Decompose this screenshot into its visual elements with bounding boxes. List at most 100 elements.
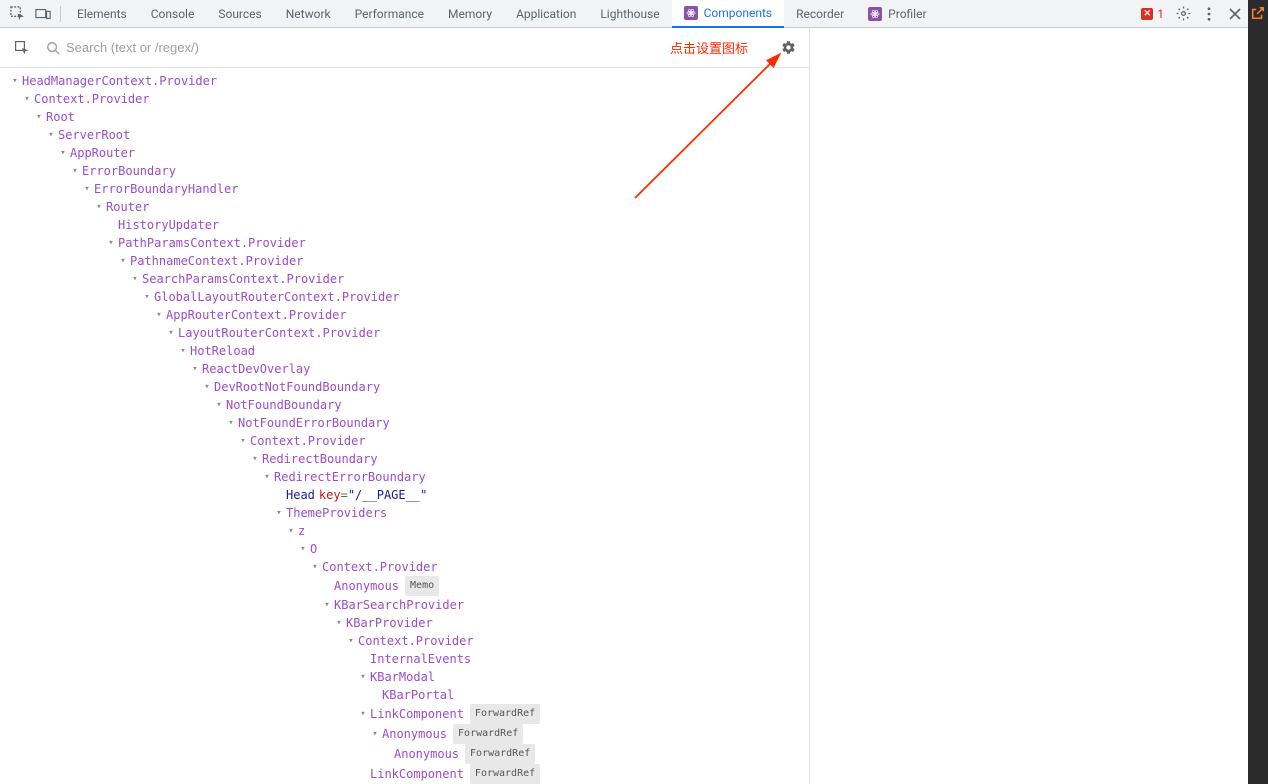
expand-arrow-icon[interactable]: ▾ xyxy=(322,596,332,614)
tree-node[interactable]: LinkComponentForwardRef xyxy=(0,764,809,784)
tree-node[interactable]: ▾z xyxy=(0,522,809,540)
expand-arrow-icon[interactable]: ▾ xyxy=(118,252,128,270)
tree-node[interactable]: ▾AppRouter xyxy=(0,144,809,162)
component-name: KBarSearchProvider xyxy=(334,596,464,614)
tree-node[interactable]: ▾Context.Provider xyxy=(0,632,809,650)
tree-node[interactable]: ▾KBarProvider xyxy=(0,614,809,632)
expand-arrow-icon[interactable]: ▾ xyxy=(274,504,284,522)
tab-lighthouse[interactable]: Lighthouse xyxy=(588,0,671,28)
expand-arrow-icon[interactable]: ▾ xyxy=(262,468,272,486)
tree-node[interactable]: ▾HotReload xyxy=(0,342,809,360)
tree-node[interactable]: ▾RedirectErrorBoundary xyxy=(0,468,809,486)
expand-arrow-icon[interactable]: ▾ xyxy=(58,144,68,162)
device-toolbar-icon[interactable] xyxy=(30,1,56,27)
expand-arrow-icon[interactable]: ▾ xyxy=(346,632,356,650)
tree-node[interactable]: ▾SearchParamsContext.Provider xyxy=(0,270,809,288)
settings-gear-icon[interactable] xyxy=(774,34,802,62)
tab-performance[interactable]: Performance xyxy=(343,0,436,28)
expand-arrow-icon[interactable]: ▾ xyxy=(370,725,380,743)
tree-node[interactable]: AnonymousForwardRef xyxy=(0,744,809,764)
tab-recorder[interactable]: Recorder xyxy=(784,0,856,28)
tab-components[interactable]: Components xyxy=(672,0,785,28)
tree-node[interactable]: ▾Router xyxy=(0,198,809,216)
search-input[interactable] xyxy=(66,40,770,55)
expand-arrow-icon[interactable]: ▾ xyxy=(358,668,368,686)
tab-console[interactable]: Console xyxy=(139,0,207,28)
expand-arrow-icon[interactable]: ▾ xyxy=(82,180,92,198)
tree-node[interactable]: Headkey="/__PAGE__" xyxy=(0,486,809,504)
tab-network[interactable]: Network xyxy=(274,0,343,28)
tree-node[interactable]: ▾ServerRoot xyxy=(0,126,809,144)
component-tree-pane: 点击设置图标 ▾HeadManagerContext.Provider▾Cont… xyxy=(0,28,810,784)
expand-arrow-icon[interactable]: ▾ xyxy=(358,705,368,723)
tree-node[interactable]: ▾Context.Provider xyxy=(0,432,809,450)
tree-node[interactable]: ▾NotFoundErrorBoundary xyxy=(0,414,809,432)
tree-node[interactable]: ▾AnonymousForwardRef xyxy=(0,724,809,744)
tree-node[interactable]: ▾PathnameContext.Provider xyxy=(0,252,809,270)
search-icon xyxy=(46,41,60,55)
component-name: AppRouterContext.Provider xyxy=(166,306,347,324)
tree-node[interactable]: ▾GlobalLayoutRouterContext.Provider xyxy=(0,288,809,306)
tree-node[interactable]: ▾Context.Provider xyxy=(0,90,809,108)
tree-node[interactable]: HistoryUpdater xyxy=(0,216,809,234)
expand-arrow-icon[interactable]: ▾ xyxy=(190,360,200,378)
tree-node[interactable]: ▾KBarSearchProvider xyxy=(0,596,809,614)
tree-node[interactable]: ▾LinkComponentForwardRef xyxy=(0,704,809,724)
tree-node[interactable]: ▾RedirectBoundary xyxy=(0,450,809,468)
expand-arrow-icon[interactable]: ▾ xyxy=(298,540,308,558)
tree-node[interactable]: ▾Context.Provider xyxy=(0,558,809,576)
expand-arrow-icon[interactable]: ▾ xyxy=(154,306,164,324)
tree-node[interactable]: ▾AppRouterContext.Provider xyxy=(0,306,809,324)
tab-elements[interactable]: Elements xyxy=(65,0,139,28)
search-wrap xyxy=(36,40,770,55)
tab-sources[interactable]: Sources xyxy=(206,0,273,28)
tree-node[interactable]: ▾Root xyxy=(0,108,809,126)
expand-arrow-icon[interactable]: ▾ xyxy=(334,614,344,632)
expand-arrow-icon[interactable]: ▾ xyxy=(214,396,224,414)
expand-arrow-icon[interactable]: ▾ xyxy=(250,450,260,468)
tree-node[interactable]: ▾ErrorBoundaryHandler xyxy=(0,180,809,198)
expand-arrow-icon[interactable]: ▾ xyxy=(310,558,320,576)
tab-profiler[interactable]: Profiler xyxy=(856,0,938,28)
expand-arrow-icon[interactable]: ▾ xyxy=(238,432,248,450)
inspect-element-icon[interactable] xyxy=(4,1,30,27)
tree-node[interactable]: ▾DevRootNotFoundBoundary xyxy=(0,378,809,396)
component-tree[interactable]: ▾HeadManagerContext.Provider▾Context.Pro… xyxy=(0,68,809,784)
tree-node[interactable]: InternalEvents xyxy=(0,650,809,668)
expand-arrow-icon[interactable]: ▾ xyxy=(142,288,152,306)
error-icon: ✕ xyxy=(1141,8,1153,20)
expand-arrow-icon[interactable]: ▾ xyxy=(10,72,20,90)
tree-node[interactable]: ▾O xyxy=(0,540,809,558)
tree-node[interactable]: ▾HeadManagerContext.Provider xyxy=(0,72,809,90)
tree-node[interactable]: ▾NotFoundBoundary xyxy=(0,396,809,414)
expand-arrow-icon[interactable]: ▾ xyxy=(130,270,140,288)
tree-node[interactable]: ▾ReactDevOverlay xyxy=(0,360,809,378)
error-count-badge[interactable]: ✕ 1 xyxy=(1135,7,1170,21)
component-name: LinkComponent xyxy=(370,765,464,783)
tree-node[interactable]: ▾PathParamsContext.Provider xyxy=(0,234,809,252)
select-element-icon[interactable] xyxy=(8,34,36,62)
ext-icon[interactable] xyxy=(1251,6,1265,24)
expand-arrow-icon[interactable]: ▾ xyxy=(34,108,44,126)
tree-node[interactable]: ▾KBarModal xyxy=(0,668,809,686)
expand-arrow-icon[interactable]: ▾ xyxy=(226,414,236,432)
expand-arrow-icon[interactable]: ▾ xyxy=(46,126,56,144)
expand-arrow-icon[interactable]: ▾ xyxy=(178,342,188,360)
tab-memory[interactable]: Memory xyxy=(436,0,504,28)
close-devtools-icon[interactable] xyxy=(1222,1,1248,27)
expand-arrow-icon[interactable]: ▾ xyxy=(106,234,116,252)
expand-arrow-icon[interactable]: ▾ xyxy=(70,162,80,180)
tab-application[interactable]: Application xyxy=(504,0,588,28)
tree-node[interactable]: ▾ErrorBoundary xyxy=(0,162,809,180)
expand-arrow-icon[interactable]: ▾ xyxy=(202,378,212,396)
tree-node[interactable]: KBarPortal xyxy=(0,686,809,704)
expand-arrow-icon[interactable]: ▾ xyxy=(286,522,296,540)
expand-arrow-icon[interactable]: ▾ xyxy=(166,324,176,342)
more-icon[interactable] xyxy=(1196,1,1222,27)
expand-arrow-icon[interactable]: ▾ xyxy=(94,198,104,216)
devtools-settings-icon[interactable] xyxy=(1170,1,1196,27)
expand-arrow-icon[interactable]: ▾ xyxy=(22,90,32,108)
tree-node[interactable]: ▾LayoutRouterContext.Provider xyxy=(0,324,809,342)
tree-node[interactable]: AnonymousMemo xyxy=(0,576,809,596)
tree-node[interactable]: ▾ThemeProviders xyxy=(0,504,809,522)
